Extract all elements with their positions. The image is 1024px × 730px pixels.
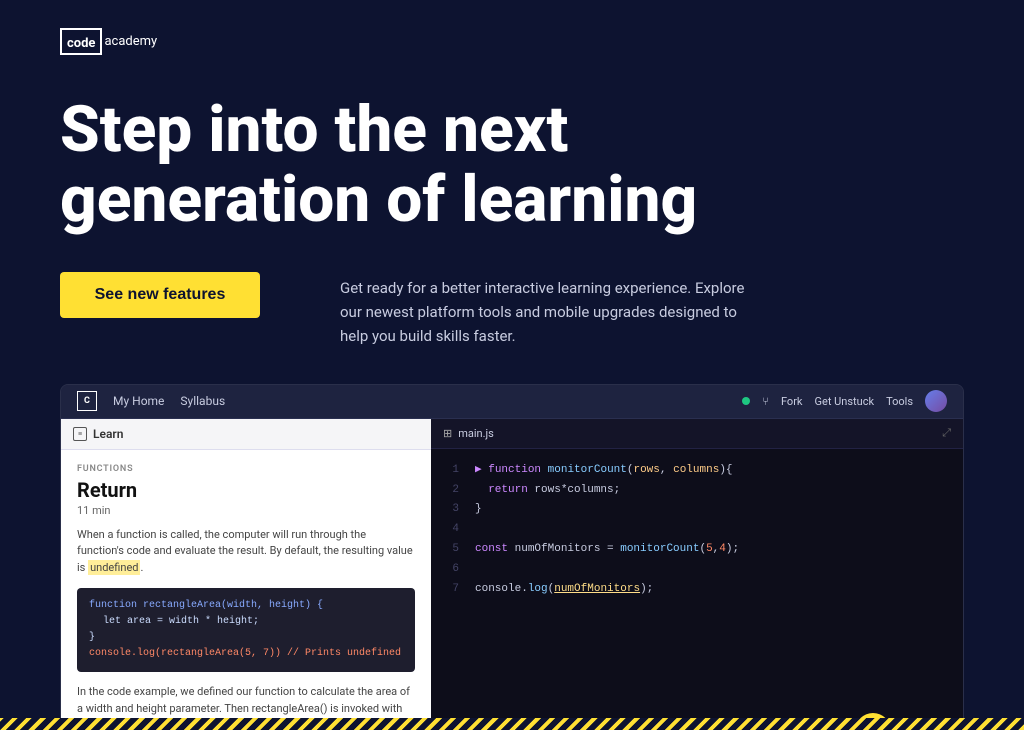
- code-line-4: console.log(rectangleArea(5, 7)) // Prin…: [89, 646, 403, 662]
- undefined-highlight: undefined: [88, 560, 140, 575]
- status-dot: [742, 397, 750, 405]
- hero-headline: Step into the next generation of learnin…: [60, 95, 740, 236]
- tools-button[interactable]: Tools: [886, 395, 913, 408]
- fork-button[interactable]: Fork: [781, 395, 803, 408]
- lesson-header: ≡ Learn: [61, 419, 431, 450]
- app-nav-items: My Home Syllabus: [113, 394, 225, 408]
- logo-suffix-text: academy: [104, 34, 157, 49]
- app-topbar: C My Home Syllabus ⑂ Fork Get Unstuck To…: [61, 385, 963, 419]
- hero-description: Get ready for a better interactive learn…: [340, 272, 760, 348]
- logo-box: code: [60, 28, 102, 55]
- page-wrapper: code academy Step into the next generati…: [0, 0, 1024, 730]
- editor-line-7: 7 console.log(numOfMonitors);: [447, 580, 947, 600]
- app-nav-my-home[interactable]: My Home: [113, 394, 164, 408]
- stripe-decoration: [0, 718, 1024, 730]
- fork-icon: ⑂: [762, 395, 769, 408]
- editor-line-2: 2 return rows*columns;: [447, 481, 947, 501]
- user-avatar[interactable]: [925, 390, 947, 412]
- learn-icon: ≡: [73, 427, 87, 441]
- lesson-title: Return: [77, 478, 415, 502]
- file-icon: ⊞: [443, 427, 452, 440]
- lesson-panel: ≡ Learn FUNCTIONS Return 11 min When a f…: [61, 419, 431, 730]
- app-nav-syllabus[interactable]: Syllabus: [180, 394, 225, 408]
- lesson-category: FUNCTIONS: [77, 464, 415, 474]
- code-example-block: function rectangleArea(width, height) { …: [77, 588, 415, 672]
- code-line-3: }: [89, 630, 403, 646]
- get-unstuck-button[interactable]: Get Unstuck: [815, 395, 875, 408]
- app-preview: C My Home Syllabus ⑂ Fork Get Unstuck To…: [60, 384, 964, 730]
- editor-line-1: 1 ▶ function monitorCount(rows, columns)…: [447, 461, 947, 481]
- editor-line-4: 4: [447, 520, 947, 540]
- editor-topbar: ⊞ main.js ⤢: [431, 419, 963, 449]
- editor-line-3: 3 }: [447, 500, 947, 520]
- learn-label: Learn: [93, 427, 123, 441]
- app-logo-letter: C: [84, 396, 90, 406]
- hero-bottom: See new features Get ready for a better …: [60, 272, 964, 348]
- lesson-duration: 11 min: [77, 504, 415, 517]
- editor-filename: main.js: [458, 427, 494, 440]
- editor-panel: ⊞ main.js ⤢ 1 ▶ function monitorCount(ro…: [431, 419, 963, 730]
- app-content: ≡ Learn FUNCTIONS Return 11 min When a f…: [61, 419, 963, 730]
- editor-line-5: 5 const numOfMonitors = monitorCount(5,4…: [447, 540, 947, 560]
- app-logo-small: C: [77, 391, 97, 411]
- lesson-body: FUNCTIONS Return 11 min When a function …: [61, 450, 431, 730]
- cta-button[interactable]: See new features: [60, 272, 260, 318]
- header: code academy: [0, 0, 1024, 55]
- hero-section: Step into the next generation of learnin…: [0, 55, 1024, 348]
- editor-line-6: 6: [447, 560, 947, 580]
- editor-code-area[interactable]: 1 ▶ function monitorCount(rows, columns)…: [431, 449, 963, 730]
- expand-icon[interactable]: ⤢: [942, 426, 951, 440]
- logo-box-text: code: [67, 36, 95, 51]
- logo: code academy: [60, 28, 157, 55]
- app-topbar-right: ⑂ Fork Get Unstuck Tools: [742, 390, 947, 412]
- lesson-description-1: When a function is called, the computer …: [77, 527, 415, 577]
- code-line-2: let area = width * height;: [89, 614, 403, 630]
- code-line-1: function rectangleArea(width, height) {: [89, 598, 403, 614]
